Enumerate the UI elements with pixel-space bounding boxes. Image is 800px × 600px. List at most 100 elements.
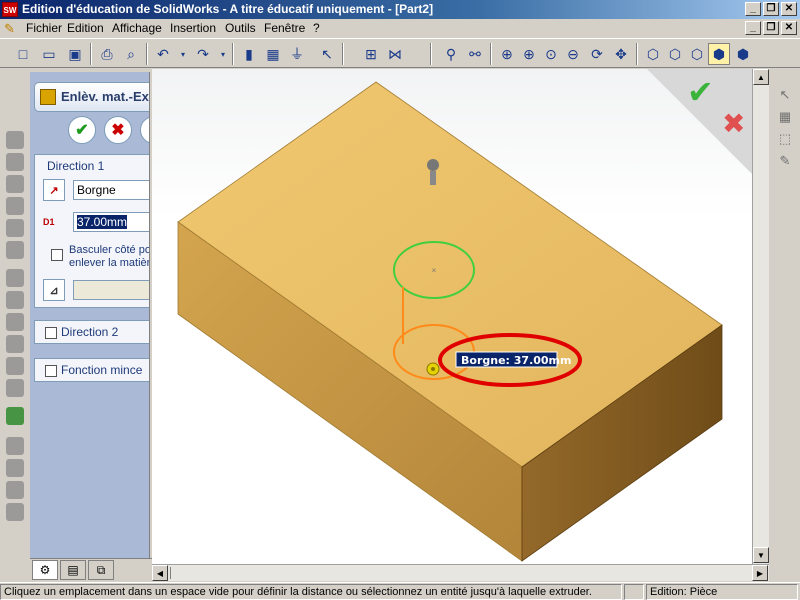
sketch-relations-icon[interactable]: ⊞ <box>360 43 382 65</box>
scroll-down-icon[interactable]: ▼ <box>753 547 769 563</box>
wireframe-icon[interactable]: ⬡ <box>642 43 664 65</box>
help-button[interactable] <box>140 116 149 144</box>
menu-outils[interactable]: Outils <box>225 21 256 35</box>
solidworks-logo-icon: SW <box>2 2 18 17</box>
hole-wizard-icon[interactable] <box>6 379 24 397</box>
revolved-boss-icon[interactable] <box>6 153 24 171</box>
grid-icon[interactable]: ▦ <box>777 109 793 125</box>
pan-icon[interactable]: ✥ <box>610 43 632 65</box>
graphics-area[interactable]: ✔ ✖ × Borgne: 37.00mm <box>152 69 752 564</box>
swept-boss-icon[interactable] <box>6 175 24 193</box>
linear-pattern-icon[interactable] <box>6 437 24 455</box>
filter-icon[interactable]: ⏚ <box>286 43 308 65</box>
draft-toggle-icon[interactable]: ⊿ <box>43 279 65 301</box>
redo-dropdown-icon[interactable]: ▾ <box>212 43 234 65</box>
close-icon[interactable]: ✕ <box>781 2 797 16</box>
print-preview-icon[interactable]: ⌕ <box>120 43 142 65</box>
document-icon[interactable]: ✎ <box>4 21 20 36</box>
menu-affichage[interactable]: Affichage <box>112 21 162 35</box>
direction2-title: Direction 2 <box>61 325 119 339</box>
undo-dropdown-icon[interactable]: ▾ <box>172 43 194 65</box>
cancel-button[interactable]: ✖ <box>104 116 132 144</box>
select-icon[interactable]: ⚲ <box>440 43 462 65</box>
reverse-direction-icon[interactable]: ↗ <box>43 179 65 201</box>
menu-insertion[interactable]: Insertion <box>170 21 216 35</box>
menu-help[interactable]: ? <box>313 21 320 35</box>
end-condition-select[interactable]: Borgne <box>73 180 149 200</box>
draft-icon[interactable] <box>6 357 24 375</box>
depth-input[interactable]: 37.00mm <box>73 212 149 232</box>
scroll-left-icon[interactable]: ◀ <box>152 565 168 581</box>
model-view[interactable]: ✔ ✖ × Borgne: 37.00mm <box>152 69 752 564</box>
reject-x-icon[interactable]: ✖ <box>722 107 745 140</box>
accept-check-icon[interactable]: ✔ <box>687 73 714 111</box>
mirror-icon[interactable] <box>6 481 24 499</box>
sketch-pencil-icon[interactable]: ✎ <box>777 153 793 169</box>
measure-icon[interactable]: ⋈ <box>384 43 406 65</box>
help-pointer-icon[interactable]: ↖ <box>316 43 338 65</box>
menu-edition[interactable]: Edition <box>67 21 104 35</box>
shaded-icon[interactable]: ⬢ <box>732 43 754 65</box>
rebuild-icon[interactable]: ▮ <box>238 43 260 65</box>
extruded-cut-icon[interactable] <box>6 219 24 237</box>
scroll-up-icon[interactable]: ▲ <box>753 69 769 85</box>
status-edit-mode: Edition: Pièce <box>646 584 798 600</box>
minimize-icon[interactable]: _ <box>745 2 761 16</box>
dimension-callout-text[interactable]: Borgne: 37.00mm <box>461 354 571 367</box>
menu-fichier[interactable]: Fichier <box>26 21 62 35</box>
thin-feature-checkbox[interactable] <box>45 365 57 377</box>
shaded-with-edges-icon[interactable]: ⬢ <box>708 43 730 65</box>
print-icon[interactable]: ⎙ <box>96 43 118 65</box>
smart-dimension-icon[interactable]: ⬚ <box>777 131 793 147</box>
select-filter-icon[interactable]: ⚯ <box>464 43 486 65</box>
reference-geometry-icon[interactable] <box>6 407 24 425</box>
doc-restore-icon[interactable]: ❐ <box>763 21 779 35</box>
restore-icon[interactable]: ❐ <box>763 2 779 16</box>
toolbar-separator <box>430 43 432 65</box>
rib-icon[interactable] <box>6 313 24 331</box>
rotate-view-icon[interactable]: ⟳ <box>586 43 608 65</box>
doc-minimize-icon[interactable]: _ <box>745 21 761 35</box>
draft-angle-input[interactable] <box>73 280 149 300</box>
doc-close-icon[interactable]: ✕ <box>781 21 797 35</box>
menu-fenetre[interactable]: Fenêtre <box>264 21 305 35</box>
revolved-cut-icon[interactable] <box>6 241 24 259</box>
configuration-manager-tab-icon[interactable]: ⧉ <box>88 560 114 580</box>
vertical-scrollbar[interactable]: ▲ ▼ <box>752 69 769 564</box>
features-toolbar <box>0 69 30 582</box>
circular-pattern-icon[interactable] <box>6 459 24 477</box>
zoom-area-icon[interactable]: ⊕ <box>518 43 540 65</box>
shell-icon[interactable] <box>6 335 24 353</box>
new-document-icon[interactable]: □ <box>12 43 34 65</box>
undo-icon[interactable]: ↶ <box>152 43 174 65</box>
zoom-in-out-icon[interactable]: ⊙ <box>540 43 562 65</box>
property-manager: Enlèv. mat.-Extr. ✔ ✖ Direction 1 ↗ Borg… <box>30 72 150 560</box>
zoom-fit-icon[interactable]: ⊕ <box>496 43 518 65</box>
horizontal-scrollbar[interactable]: ◀ ▶ <box>152 564 769 581</box>
scroll-split-handle[interactable] <box>170 567 178 579</box>
feature-manager-tab-icon[interactable]: ⚙ <box>32 560 58 580</box>
hidden-lines-removed-icon[interactable]: ⬡ <box>686 43 708 65</box>
scroll-right-icon[interactable]: ▶ <box>752 565 768 581</box>
fillet-icon[interactable] <box>6 269 24 287</box>
select-arrow-icon[interactable]: ↖ <box>777 87 793 103</box>
title-bar: SW Edition d'éducation de SolidWorks - A… <box>0 0 800 19</box>
hidden-lines-visible-icon[interactable]: ⬡ <box>664 43 686 65</box>
right-toolbar: ↖ ▦ ⬚ ✎ <box>769 69 800 582</box>
redo-icon[interactable]: ↷ <box>192 43 214 65</box>
save-icon[interactable]: ▣ <box>64 43 86 65</box>
grid-options-icon[interactable]: ▦ <box>262 43 284 65</box>
flip-side-checkbox[interactable] <box>51 249 63 261</box>
drag-handle-icon[interactable] <box>426 362 440 376</box>
direction2-checkbox[interactable] <box>45 327 57 339</box>
lofted-boss-icon[interactable] <box>6 197 24 215</box>
zoom-selection-icon[interactable]: ⊖ <box>562 43 584 65</box>
thin-feature-title: Fonction mince <box>61 363 143 377</box>
chamfer-icon[interactable] <box>6 291 24 309</box>
ok-button[interactable]: ✔ <box>68 116 96 144</box>
open-folder-icon[interactable]: ▭ <box>38 43 60 65</box>
status-bar: Cliquez un emplacement dans un espace vi… <box>0 582 800 600</box>
curve-pattern-icon[interactable] <box>6 503 24 521</box>
property-manager-tab-icon[interactable]: ▤ <box>60 560 86 580</box>
extruded-boss-icon[interactable] <box>6 131 24 149</box>
